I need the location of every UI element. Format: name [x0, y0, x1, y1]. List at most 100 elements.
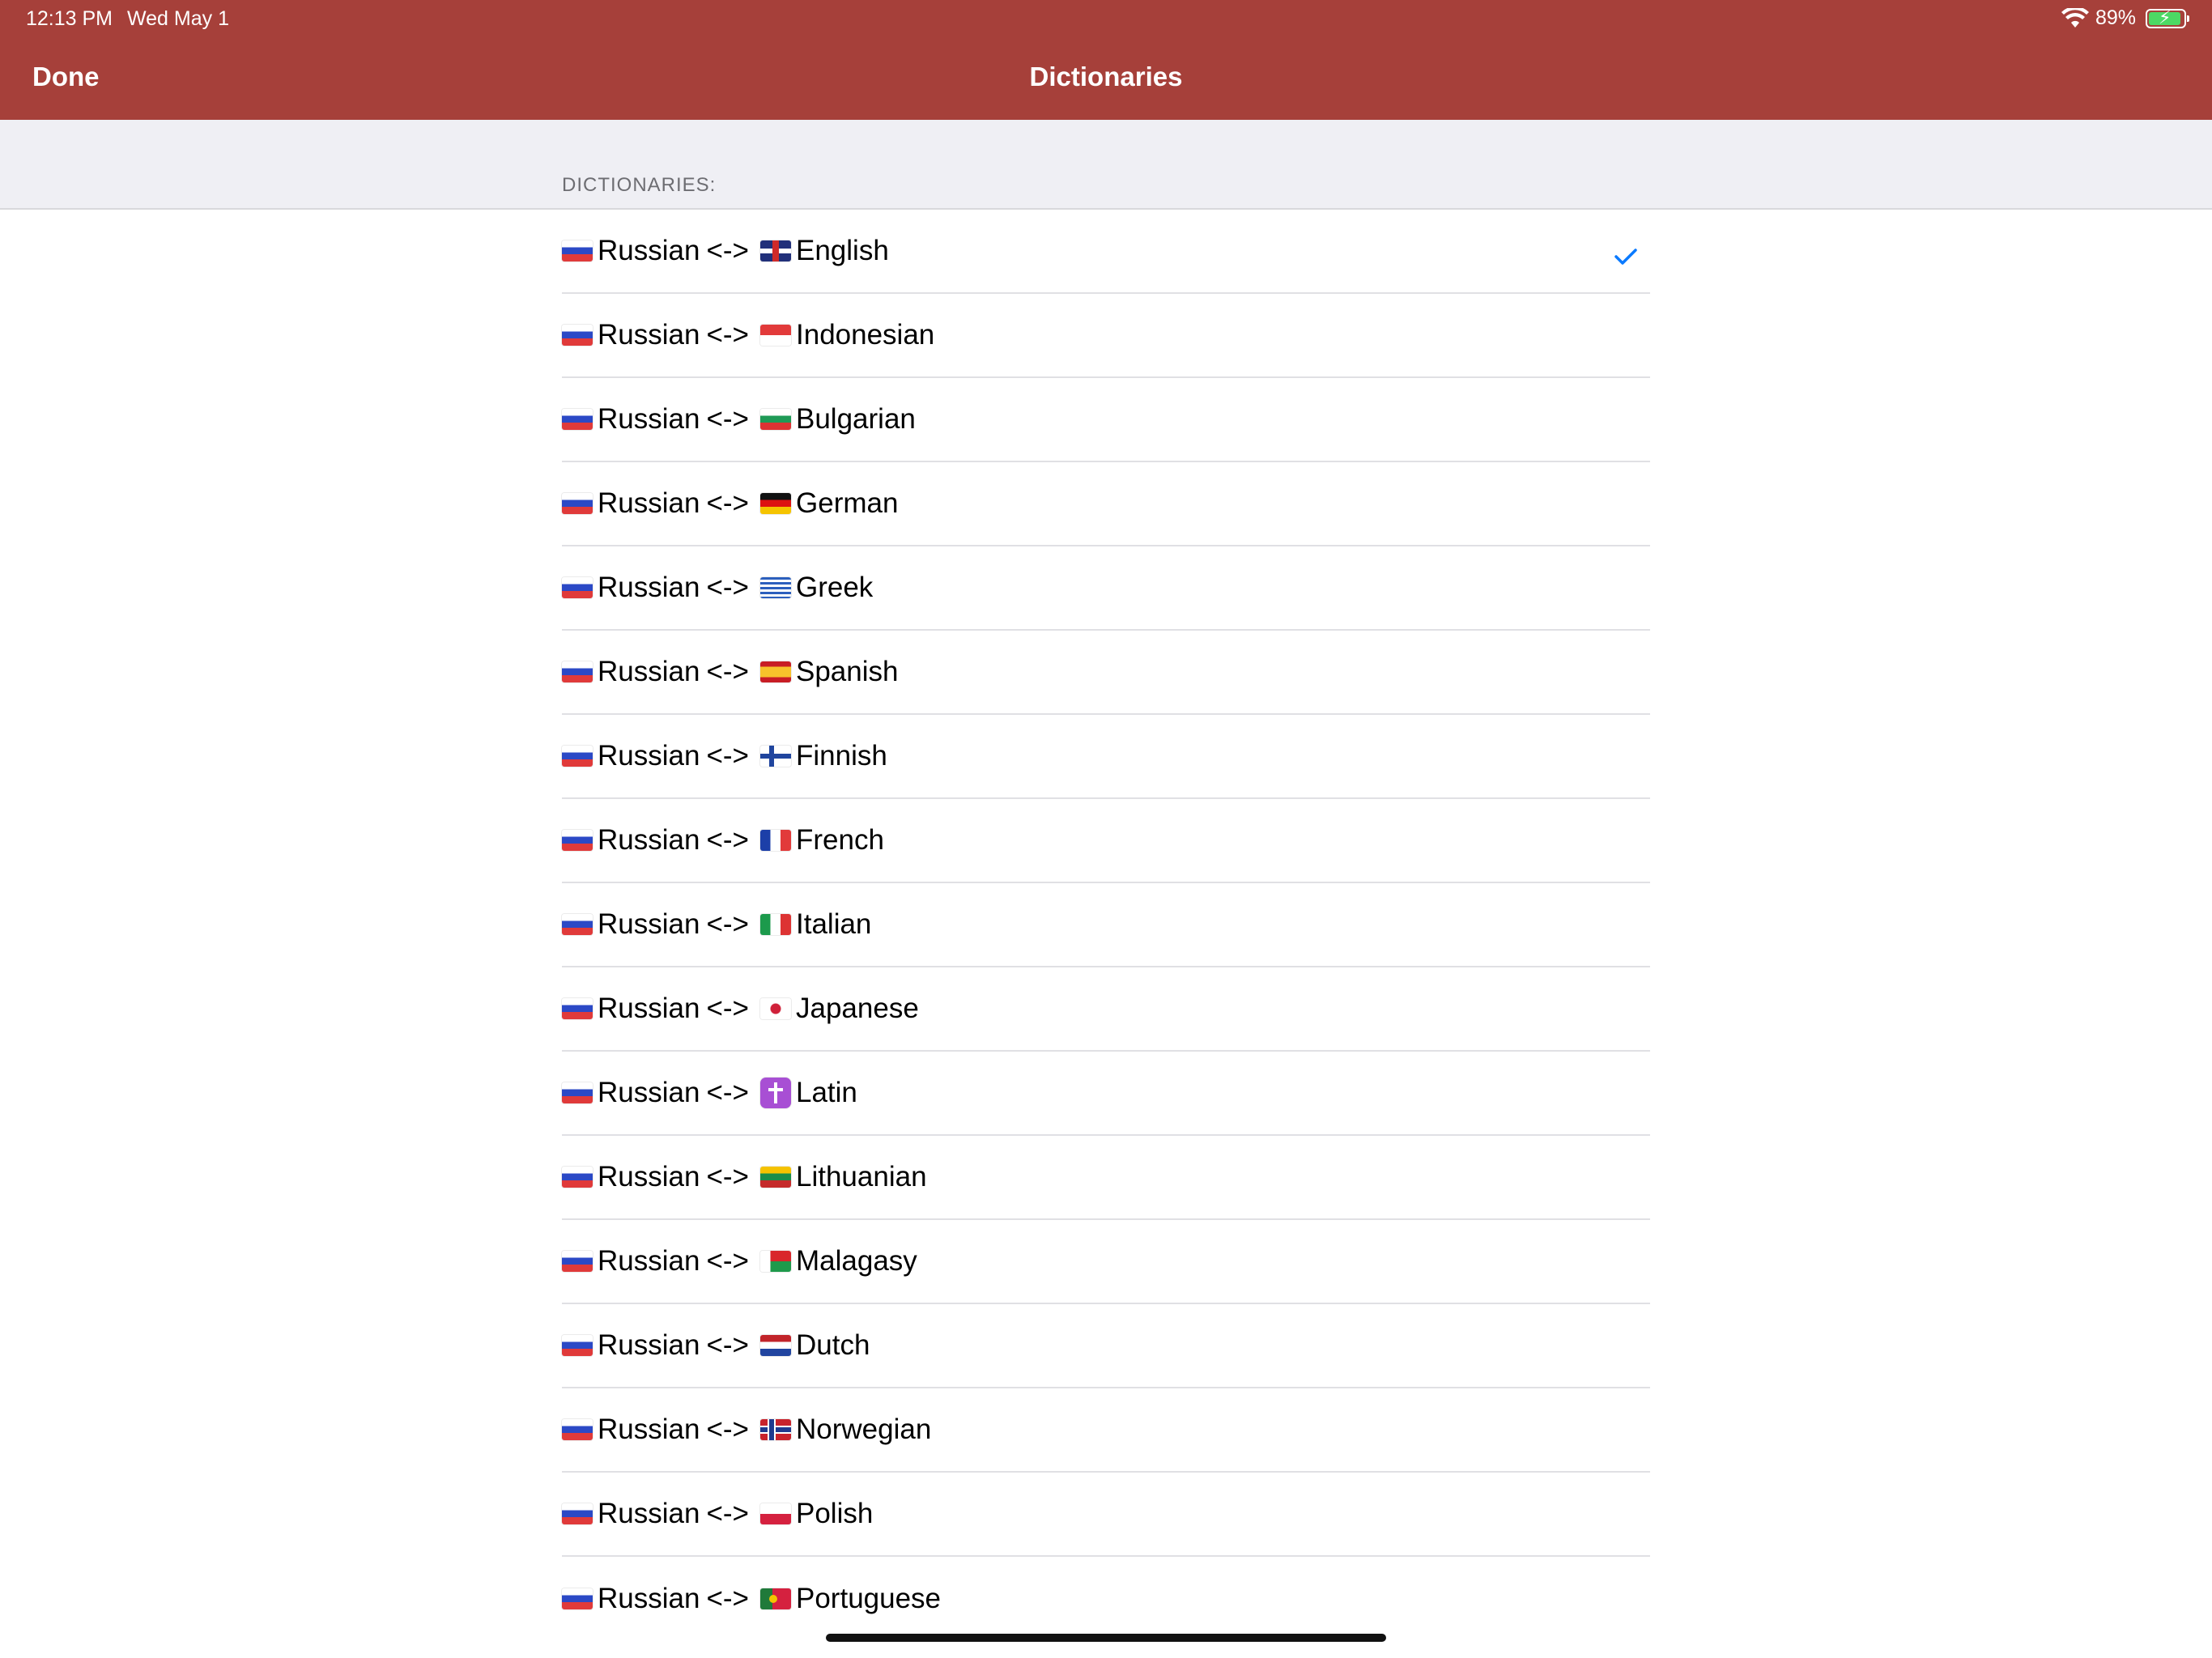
dictionary-label: Russian <-> Malagasy — [562, 1245, 917, 1278]
flag-no-icon — [760, 1419, 791, 1440]
dictionary-row-italian[interactable]: Russian <-> Italian — [562, 883, 1650, 967]
battery-charging-icon: ⚡ — [2146, 7, 2189, 28]
target-language: Italian — [796, 908, 872, 940]
flag-ru-icon — [562, 1588, 593, 1609]
flag-lt-icon — [760, 1167, 791, 1188]
flag-ru-icon — [562, 1335, 593, 1356]
separator: <-> — [706, 1329, 749, 1361]
separator: <-> — [706, 1583, 749, 1614]
separator: <-> — [706, 908, 749, 940]
source-language: Russian — [598, 487, 700, 519]
target-language: Lithuanian — [796, 1161, 927, 1192]
separator: <-> — [706, 824, 749, 856]
dictionary-label: Russian <-> Italian — [562, 908, 871, 941]
separator: <-> — [706, 993, 749, 1024]
status-bar: 12:13 PM Wed May 1 89% ⚡ — [0, 0, 2212, 39]
flag-bg-icon — [760, 409, 791, 430]
flag-fi-icon — [760, 746, 791, 767]
source-language: Russian — [598, 740, 700, 772]
target-language: French — [796, 824, 884, 856]
battery-percent: 89% — [2095, 6, 2136, 29]
flag-ru-icon — [562, 1167, 593, 1188]
source-language: Russian — [598, 1161, 700, 1192]
wifi-icon — [2061, 6, 2089, 29]
source-language: Russian — [598, 1583, 700, 1614]
flag-ru-icon — [562, 746, 593, 767]
dictionary-row-finnish[interactable]: Russian <-> Finnish — [562, 715, 1650, 799]
separator: <-> — [706, 740, 749, 772]
flag-gb-icon — [760, 240, 791, 261]
source-language: Russian — [598, 908, 700, 940]
dictionary-row-french[interactable]: Russian <-> French — [562, 799, 1650, 883]
dictionary-label: Russian <-> Greek — [562, 572, 873, 604]
dictionary-label: Russian <-> German — [562, 487, 898, 520]
target-language: Dutch — [796, 1329, 870, 1361]
dictionary-label: Russian <-> Lithuanian — [562, 1161, 927, 1193]
source-language: Russian — [598, 319, 700, 351]
target-language: Indonesian — [796, 319, 935, 351]
flag-ru-icon — [562, 1419, 593, 1440]
separator: <-> — [706, 1161, 749, 1192]
dictionary-row-polish[interactable]: Russian <-> Polish — [562, 1473, 1650, 1557]
dictionary-row-spanish[interactable]: Russian <-> Spanish — [562, 631, 1650, 715]
dictionaries-list: Russian <-> English Russian <-> Indonesian Rus… — [562, 210, 1650, 1641]
source-language: Russian — [598, 1329, 700, 1361]
section-header: DICTIONARIES: — [562, 174, 717, 196]
source-language: Russian — [598, 403, 700, 435]
dictionary-label: Russian <-> Dutch — [562, 1329, 870, 1362]
dictionary-label: Russian <-> Finnish — [562, 740, 887, 772]
dictionary-row-lithuanian[interactable]: Russian <-> Lithuanian — [562, 1136, 1650, 1220]
dictionary-row-indonesian[interactable]: Russian <-> Indonesian — [562, 294, 1650, 378]
flag-pl-icon — [760, 1503, 791, 1524]
flag-ru-icon — [562, 1503, 593, 1524]
dictionary-row-japanese[interactable]: Russian <-> Japanese — [562, 967, 1650, 1052]
flag-ru-icon — [562, 240, 593, 261]
flag-ru-icon — [562, 1251, 593, 1272]
flag-fr-icon — [760, 830, 791, 851]
dictionary-label: Russian <-> Polish — [562, 1498, 873, 1530]
dictionary-row-norwegian[interactable]: Russian <-> Norwegian — [562, 1388, 1650, 1473]
dictionary-row-dutch[interactable]: Russian <-> Dutch — [562, 1304, 1650, 1388]
dictionary-row-bulgarian[interactable]: Russian <-> Bulgarian — [562, 378, 1650, 462]
flag-ru-icon — [562, 661, 593, 682]
section-background — [0, 120, 2212, 210]
source-language: Russian — [598, 824, 700, 856]
dictionary-row-greek[interactable]: Russian <-> Greek — [562, 546, 1650, 631]
target-language: German — [796, 487, 899, 519]
separator: <-> — [706, 487, 749, 519]
flag-ru-icon — [562, 409, 593, 430]
dictionary-row-english[interactable]: Russian <-> English — [562, 210, 1650, 294]
home-indicator[interactable] — [826, 1634, 1386, 1642]
flag-it-icon — [760, 914, 791, 935]
flag-jp-icon — [760, 998, 791, 1019]
target-language: Bulgarian — [796, 403, 916, 435]
flag-ru-icon — [562, 830, 593, 851]
dictionary-row-latin[interactable]: Russian <-> Latin — [562, 1052, 1650, 1136]
separator: <-> — [706, 1077, 749, 1108]
target-language: Malagasy — [796, 1245, 917, 1277]
dictionary-row-malagasy[interactable]: Russian <-> Malagasy — [562, 1220, 1650, 1304]
separator: <-> — [706, 403, 749, 435]
dictionary-label: Russian <-> English — [562, 235, 889, 267]
dictionary-label: Russian <-> Portuguese — [562, 1583, 941, 1615]
dictionary-label: Russian <-> French — [562, 824, 884, 857]
dictionary-row-german[interactable]: Russian <-> German — [562, 462, 1650, 546]
source-language: Russian — [598, 1498, 700, 1529]
dictionary-label: Russian <-> Japanese — [562, 993, 919, 1025]
source-language: Russian — [598, 572, 700, 603]
dictionary-row-portuguese[interactable]: Russian <-> Portuguese — [562, 1557, 1650, 1641]
status-date: Wed May 1 — [127, 7, 229, 30]
checkmark-icon — [1614, 239, 1637, 273]
source-language: Russian — [598, 1077, 700, 1108]
flag-la-icon — [760, 1078, 791, 1108]
flag-de-icon — [760, 493, 791, 514]
flag-gr-icon — [760, 577, 791, 598]
separator: <-> — [706, 656, 749, 687]
separator: <-> — [706, 1498, 749, 1529]
separator: <-> — [706, 1414, 749, 1445]
dictionary-label: Russian <-> Latin — [562, 1077, 857, 1109]
source-language: Russian — [598, 235, 700, 266]
flag-ru-icon — [562, 325, 593, 346]
flag-ru-icon — [562, 998, 593, 1019]
target-language: English — [796, 235, 889, 266]
